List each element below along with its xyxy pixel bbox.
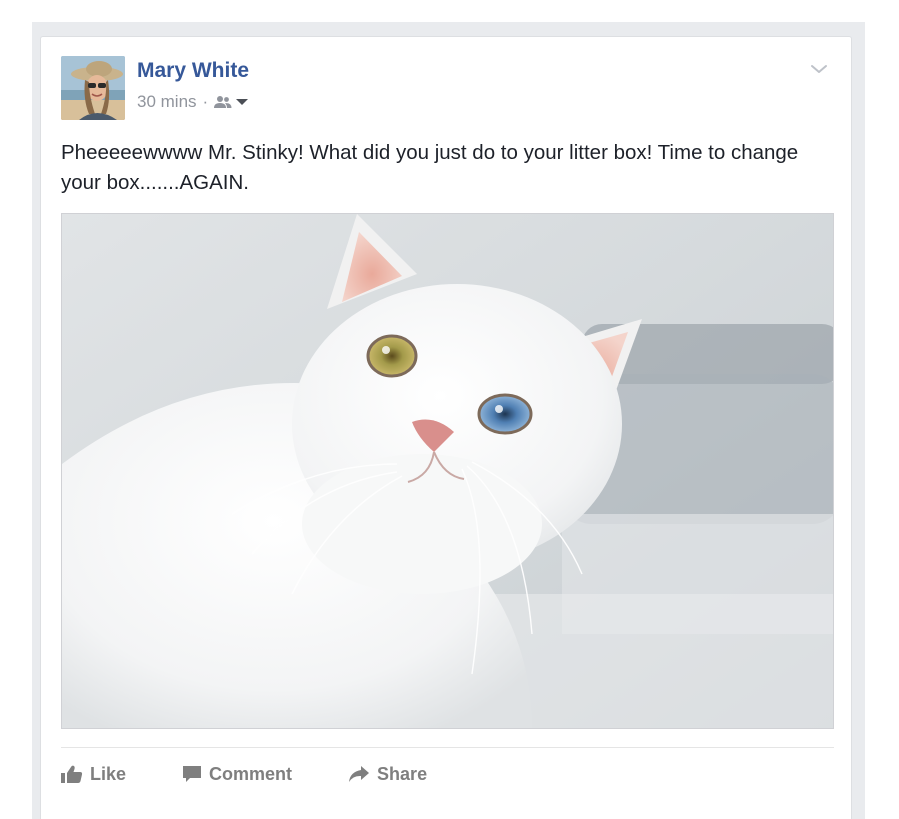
audience-selector[interactable] bbox=[214, 95, 249, 109]
author-avatar[interactable] bbox=[61, 56, 125, 120]
share-arrow-icon bbox=[349, 766, 370, 782]
chevron-down-icon bbox=[811, 65, 827, 73]
actions-divider bbox=[61, 747, 834, 748]
comment-icon bbox=[183, 766, 202, 782]
post-meta: 30 mins · bbox=[137, 92, 249, 112]
like-label: Like bbox=[90, 763, 127, 784]
post-options-button[interactable] bbox=[807, 59, 831, 79]
cat-photo bbox=[62, 214, 833, 728]
thumbs-up-icon bbox=[61, 765, 83, 783]
caret-down-icon bbox=[236, 99, 249, 105]
avatar-photo bbox=[61, 56, 125, 120]
post-timestamp[interactable]: 30 mins bbox=[137, 92, 197, 112]
post-photo[interactable] bbox=[61, 213, 834, 729]
post-text: Pheeeeewwww Mr. Stinky! What did you jus… bbox=[61, 141, 799, 194]
comment-button[interactable]: Comment bbox=[182, 764, 292, 785]
share-button[interactable]: Share bbox=[348, 764, 427, 785]
post-card: Mary White 30 mins · Pheeeeewwww Mr. Sti… bbox=[40, 36, 852, 819]
comment-label: Comment bbox=[209, 763, 293, 784]
post-actions-bar: Like Comment Share bbox=[61, 759, 483, 789]
share-label: Share bbox=[377, 763, 428, 784]
friends-icon bbox=[214, 96, 232, 108]
meta-separator: · bbox=[202, 92, 209, 111]
like-button[interactable]: Like bbox=[61, 764, 126, 785]
author-name-link[interactable]: Mary White bbox=[137, 59, 249, 83]
